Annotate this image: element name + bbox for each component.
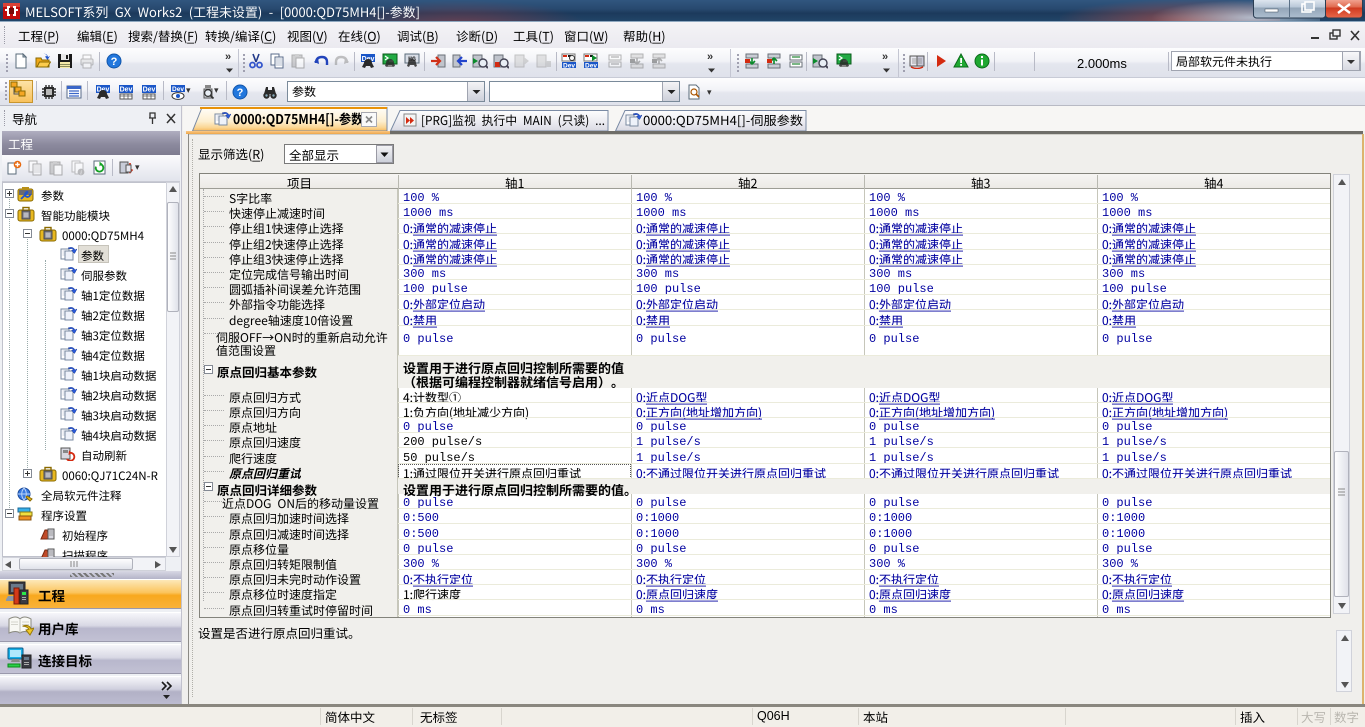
svg-text:Dev: Dev [143,87,156,94]
svg-text:?: ? [111,56,118,68]
svg-text:Dev: Dev [172,86,184,93]
svg-text:Dev: Dev [563,63,575,70]
svg-text:Dev: Dev [585,63,597,70]
svg-text:?: ? [237,87,244,99]
svg-text:Dev: Dev [120,87,133,94]
svg-text:i: i [80,170,82,176]
